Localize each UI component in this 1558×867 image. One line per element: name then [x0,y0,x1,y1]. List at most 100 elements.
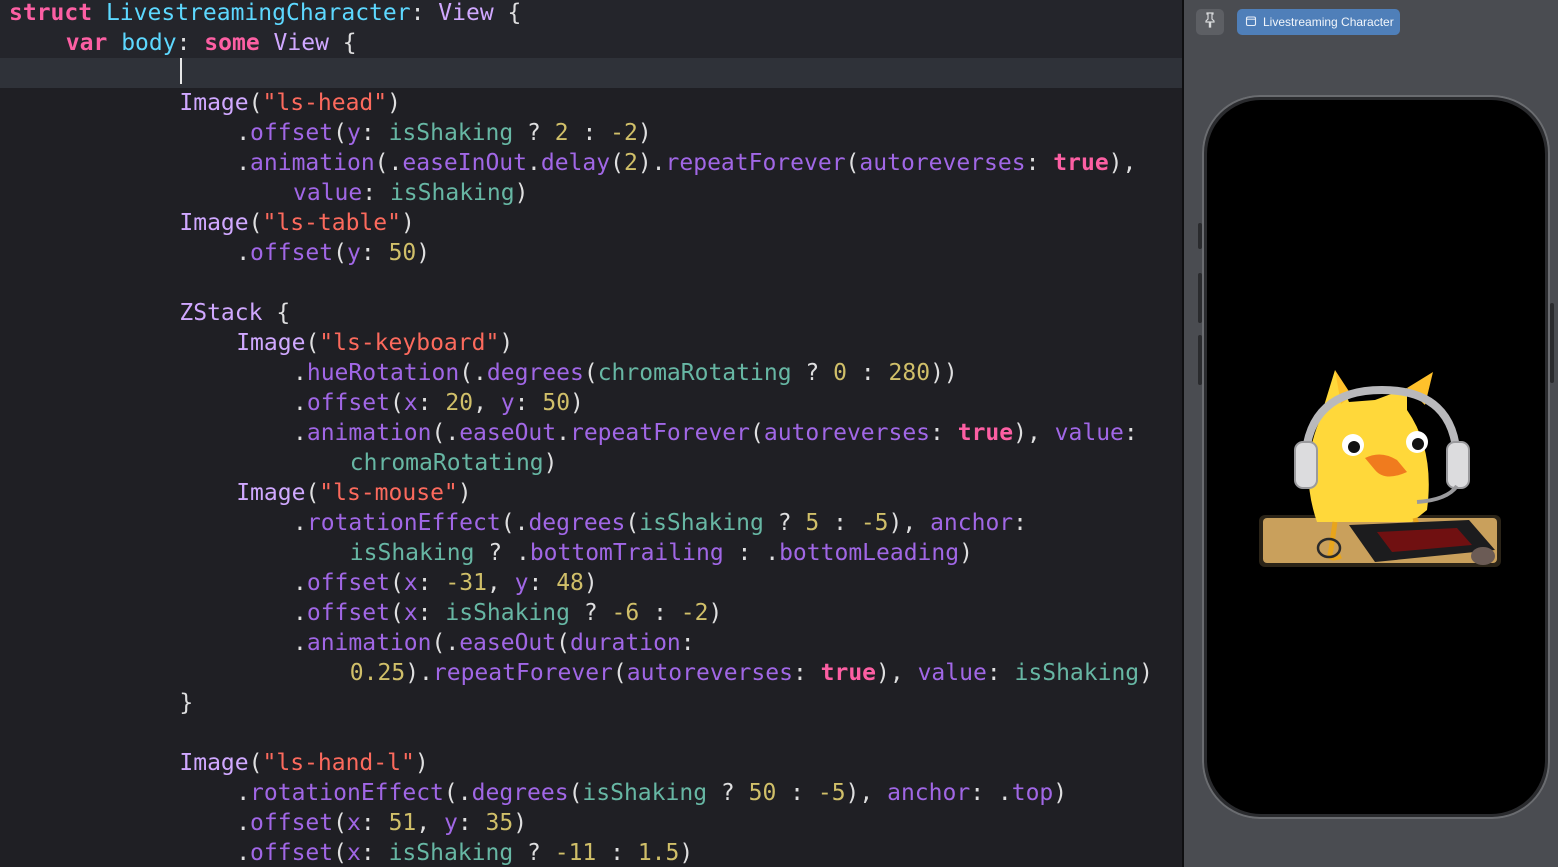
code-editor[interactable]: struct LivestreamingCharacter: View {var… [0,0,1182,867]
code-token: isShaking [388,840,514,866]
code-token: : [417,600,446,626]
code-token: ( [333,840,347,866]
code-token: : . [723,540,780,566]
code-line[interactable] [0,268,1182,298]
pin-preview-button[interactable] [1196,9,1224,35]
code-token: . [236,810,251,836]
code-token: 48 [556,570,584,596]
code-line[interactable]: Image("ls-keyboard") [0,328,1182,358]
code-line[interactable]: Image("ls-head") [0,88,1182,118]
code-line[interactable]: .rotationEffect(.degrees(isShaking ? 5 :… [0,508,1182,538]
code-token: bottomTrailing [529,540,724,566]
code-token: . [236,780,251,806]
code-token: : [417,390,446,416]
code-line[interactable]: value: isShaking) [0,178,1182,208]
code-token: : [360,240,389,266]
code-line[interactable]: var body: some View { [0,28,1182,58]
code-token: x [403,390,418,416]
code-token: "ls-head" [262,90,388,116]
code-token: 20 [445,390,474,416]
code-line[interactable]: struct LivestreamingCharacter: View { [0,0,1182,28]
code-token: ) [570,390,584,416]
code-line[interactable]: isShaking ? .bottomTrailing : .bottomLea… [0,538,1182,568]
code-token: ( [333,120,347,146]
code-token: LivestreamingCharacter [105,0,411,26]
code-token: : [514,390,543,416]
code-token: x [403,570,418,596]
code-line[interactable]: .rotationEffect(.degrees(isShaking ? 50 … [0,778,1182,808]
code-token: ) [387,90,401,116]
code-token: ) [543,450,558,476]
code-token: offset [250,120,334,146]
code-line[interactable]: .offset(y: isShaking ? 2 : -2) [0,118,1182,148]
code-token: ) [400,210,415,236]
code-token: easeInOut [402,150,527,176]
code-token: ? [513,120,555,146]
code-token: 50 [748,780,777,806]
code-token: autoreverses [626,660,793,686]
code-token: : [1025,150,1054,176]
code-token: easeOut [459,420,557,446]
code-line[interactable]: .animation(.easeOut.repeatForever(autore… [0,418,1182,448]
code-token: View [273,30,329,56]
code-token: : [819,510,861,536]
code-line[interactable]: .offset(x: 20, y: 50) [0,388,1182,418]
code-token: -5 [860,510,889,536]
code-line[interactable] [0,718,1182,748]
code-token: true [957,420,1014,446]
preview-tab[interactable]: Livestreaming Character [1237,9,1400,35]
code-line[interactable]: .offset(x: isShaking ? -11 : 1.5) [0,838,1182,867]
code-token: ? [791,360,834,386]
code-line[interactable]: .offset(x: isShaking ? -6 : -2) [0,598,1182,628]
code-token: : [360,120,389,146]
code-token: : [680,630,695,656]
code-line[interactable]: .animation(.easeOut(duration: [0,628,1182,658]
volume-up-button [1198,273,1202,323]
code-token: ZStack [179,300,263,326]
code-line[interactable]: .offset(x: 51, y: 35) [0,808,1182,838]
code-token: ) [959,540,973,566]
code-token: . [527,150,541,176]
code-token: "ls-keyboard" [319,330,500,356]
code-token: x [403,600,418,626]
code-line[interactable]: Image("ls-hand-l") [0,748,1182,778]
code-token: : [360,840,389,866]
code-token: ( [845,150,860,176]
code-token: . [293,600,307,626]
code-line[interactable]: chromaRotating) [0,448,1182,478]
code-token: -2 [680,600,709,626]
code-token: y [347,120,361,146]
code-line[interactable]: Image("ls-table") [0,208,1182,238]
code-token: -5 [817,780,846,806]
code-token: : . [970,780,1012,806]
device-icon [1245,15,1257,30]
code-token: degrees [486,360,584,386]
code-token: ) [513,810,528,836]
code-token: . [293,360,307,386]
code-token: ), [845,780,888,806]
code-line[interactable]: Image("ls-mouse") [0,478,1182,508]
code-line[interactable]: .animation(.easeInOut.delay(2).repeatFor… [0,148,1182,178]
code-line[interactable]: .hueRotation(.degrees(chromaRotating ? 0… [0,358,1182,388]
code-line[interactable]: .offset(x: -31, y: 48) [0,568,1182,598]
code-token: struct [9,0,93,26]
code-token: ( [612,660,627,686]
code-token: : [792,660,821,686]
code-token: autoreverses [763,420,931,446]
code-token: ), [1013,420,1055,446]
code-line[interactable]: } [0,688,1182,718]
code-token: y [500,390,515,416]
code-line[interactable] [0,58,1182,88]
code-token: : [457,810,486,836]
code-token: : [528,570,557,596]
device-screen[interactable] [1207,100,1545,814]
code-line[interactable]: 0.25).repeatForever(autoreverses: true),… [0,658,1182,688]
code-token: . [293,630,307,656]
code-token: ? [570,600,612,626]
code-token: ( [248,90,263,116]
code-line[interactable]: .offset(y: 50) [0,238,1182,268]
code-line[interactable]: ZStack { [0,298,1182,328]
code-token: -11 [554,840,597,866]
code-token: ? [707,780,749,806]
